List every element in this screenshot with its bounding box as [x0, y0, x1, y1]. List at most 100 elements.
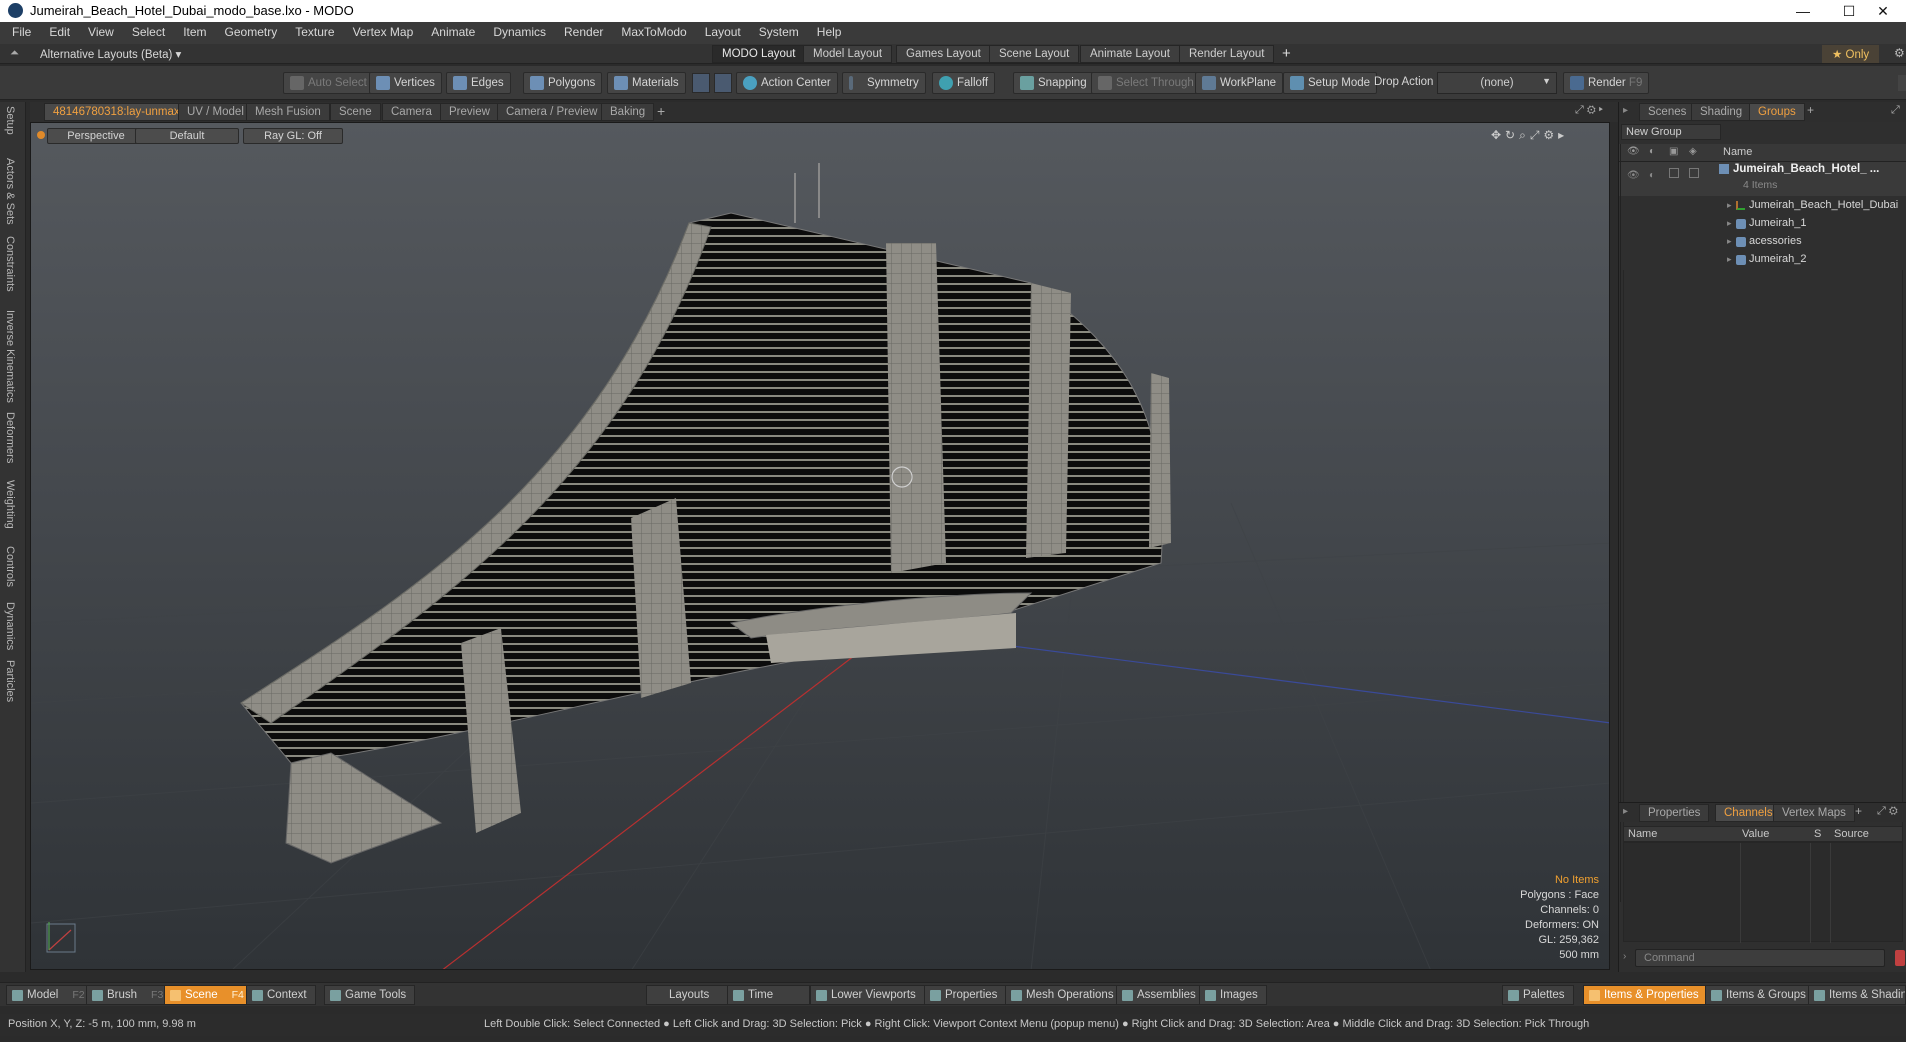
expand-arrow-icon[interactable]: ▸: [1727, 236, 1732, 247]
channels-col-name[interactable]: Name: [1628, 828, 1657, 840]
select-through-button[interactable]: Select Through: [1091, 72, 1201, 94]
expand-arrow-icon[interactable]: ▸: [1727, 254, 1732, 265]
side-tab-actors-sets[interactable]: Actors & Sets: [4, 158, 16, 225]
drop-action-select[interactable]: (none) ▼: [1437, 72, 1557, 94]
tab-groups[interactable]: Groups: [1749, 103, 1805, 121]
layouts-button[interactable]: Layouts: [646, 985, 733, 1005]
tab-games-layout[interactable]: Games Layout: [896, 45, 991, 63]
side-tab-deformers[interactable]: Deformers: [4, 412, 16, 463]
side-tab-inverse-kinematics[interactable]: Inverse Kinematics: [4, 310, 16, 403]
properties-button[interactable]: Properties: [924, 985, 1007, 1005]
tab-uv-model[interactable]: UV / Model: [178, 103, 253, 121]
select-mode-icon-2[interactable]: [714, 73, 732, 93]
menu-select[interactable]: Select: [123, 22, 174, 44]
select-checkbox[interactable]: [1689, 168, 1699, 178]
add-viewport-tab-button[interactable]: +: [657, 103, 665, 119]
lock-checkbox[interactable]: [1669, 168, 1679, 178]
game-tools-button[interactable]: Game Tools: [324, 985, 416, 1005]
channels-list[interactable]: [1623, 842, 1903, 943]
tab-vertex-maps[interactable]: Vertex Maps: [1773, 804, 1855, 822]
assemblies-button[interactable]: Assemblies: [1116, 985, 1205, 1005]
action-center-button[interactable]: Action Center: [736, 72, 838, 94]
menu-texture[interactable]: Texture: [286, 22, 343, 44]
toolbar-overflow[interactable]: [1898, 75, 1906, 91]
falloff-button[interactable]: Falloff: [932, 72, 996, 94]
close-button[interactable]: ✕: [1860, 0, 1906, 22]
menu-file[interactable]: File: [0, 22, 40, 44]
tree-item[interactable]: ▸ Jumeirah_Beach_Hotel_Dubai: [1619, 198, 1906, 216]
menu-vertex-map[interactable]: Vertex Map: [344, 22, 423, 44]
tree-item[interactable]: ▸ Jumeirah_2: [1619, 252, 1906, 270]
tab-scene[interactable]: Scene: [330, 103, 381, 121]
tab-properties[interactable]: Properties: [1639, 804, 1710, 822]
render-toggle-icon[interactable]: ◐: [1649, 170, 1655, 181]
channels-col-source[interactable]: Source: [1834, 828, 1869, 840]
mesh-operations-button[interactable]: Mesh Operations: [1005, 985, 1123, 1005]
side-tab-controls[interactable]: Controls: [4, 546, 16, 587]
alternative-layouts-dropdown[interactable]: Alternative Layouts (Beta) ▾: [40, 47, 181, 61]
model-button[interactable]: Model F2: [6, 985, 94, 1005]
add-tab-button[interactable]: +: [1855, 804, 1862, 818]
lower-viewports-button[interactable]: Lower Viewports: [810, 985, 925, 1005]
polygons-button[interactable]: Polygons: [523, 72, 603, 94]
select-column-icon[interactable]: ◈: [1689, 146, 1697, 157]
tab-animate-layout[interactable]: Animate Layout: [1080, 45, 1180, 63]
tab-render-layout[interactable]: Render Layout: [1179, 45, 1275, 63]
tab-scene-layout[interactable]: Scene Layout: [989, 45, 1080, 63]
tab-lay-unmax[interactable]: 48146780318:lay-unmax: [44, 103, 189, 121]
menu-layout[interactable]: Layout: [696, 22, 750, 44]
gear-icon[interactable]: ⚙: [1894, 46, 1905, 60]
side-tab-constraints[interactable]: Constraints: [4, 236, 16, 292]
menu-geometry[interactable]: Geometry: [216, 22, 287, 44]
tab-camera-preview[interactable]: Camera / Preview: [497, 103, 607, 121]
collapse-icon[interactable]: ▸: [1623, 105, 1628, 116]
tab-baking[interactable]: Baking: [601, 103, 655, 121]
expand-icon[interactable]: ⤢: [1891, 104, 1900, 117]
tab-modo-layout[interactable]: MODO Layout: [712, 45, 806, 63]
3d-viewport[interactable]: Perspective Default Ray GL: Off ✥↻⌕⤢⚙▸ N…: [30, 122, 1610, 970]
side-tab-dynamics[interactable]: Dynamics: [4, 602, 16, 650]
name-column-header[interactable]: Name: [1723, 146, 1752, 158]
edges-button[interactable]: Edges: [446, 72, 511, 94]
collapse-icon[interactable]: ▸: [1623, 806, 1628, 817]
menu-render[interactable]: Render: [555, 22, 612, 44]
menu-edit[interactable]: Edit: [40, 22, 79, 44]
images-button[interactable]: Images: [1199, 985, 1267, 1005]
add-tab-button[interactable]: +: [1807, 103, 1814, 117]
tree-item[interactable]: ▸ Jumeirah_1: [1619, 216, 1906, 234]
group-root-row[interactable]: 👁 ◐ Jumeirah_Beach_Hotel_ ... 4 Items: [1619, 162, 1906, 196]
side-tab-setup[interactable]: Setup: [4, 106, 16, 135]
palettes-button[interactable]: Palettes: [1502, 985, 1574, 1005]
tree-item[interactable]: ▸ acessories: [1619, 234, 1906, 252]
new-group-button[interactable]: New Group: [1621, 124, 1721, 140]
command-input[interactable]: Command: [1635, 949, 1885, 967]
menu-help[interactable]: Help: [808, 22, 851, 44]
scene-button[interactable]: Scene F4: [164, 985, 253, 1005]
menu-view[interactable]: View: [79, 22, 123, 44]
symmetry-button[interactable]: Symmetry: [842, 72, 926, 94]
context-button[interactable]: Context: [246, 985, 316, 1005]
menu-dynamics[interactable]: Dynamics: [484, 22, 555, 44]
tab-camera[interactable]: Camera: [382, 103, 441, 121]
tab-preview[interactable]: Preview: [440, 103, 499, 121]
expand-arrow-icon[interactable]: ▸: [1727, 200, 1732, 211]
channels-col-s[interactable]: S: [1814, 828, 1821, 840]
command-clear-icon[interactable]: [1895, 950, 1905, 966]
expand-arrow-icon[interactable]: ▸: [1727, 218, 1732, 229]
brush-button[interactable]: Brush F3: [86, 985, 173, 1005]
layout-collapse-icon[interactable]: ⏶: [10, 47, 19, 60]
eye-icon[interactable]: 👁: [1627, 170, 1640, 181]
tab-mesh-fusion[interactable]: Mesh Fusion: [246, 103, 330, 121]
workplane-button[interactable]: WorkPlane: [1195, 72, 1284, 94]
items-groups-button[interactable]: Items & Groups: [1705, 985, 1815, 1005]
lock-column-icon[interactable]: ▣: [1669, 146, 1678, 157]
items-shading-button[interactable]: Items & Shading: [1808, 985, 1906, 1005]
menu-system[interactable]: System: [750, 22, 808, 44]
snapping-button[interactable]: Snapping: [1013, 72, 1094, 94]
command-expand-icon[interactable]: ›: [1623, 951, 1626, 962]
items-properties-button[interactable]: Items & Properties: [1583, 985, 1708, 1005]
side-tab-particles[interactable]: Particles: [4, 660, 16, 702]
materials-button[interactable]: Materials: [607, 72, 686, 94]
only-toggle[interactable]: ★ Only: [1822, 45, 1880, 63]
viewport-tabs-options-icon[interactable]: ⤢ ⚙ ▸: [1575, 104, 1603, 117]
